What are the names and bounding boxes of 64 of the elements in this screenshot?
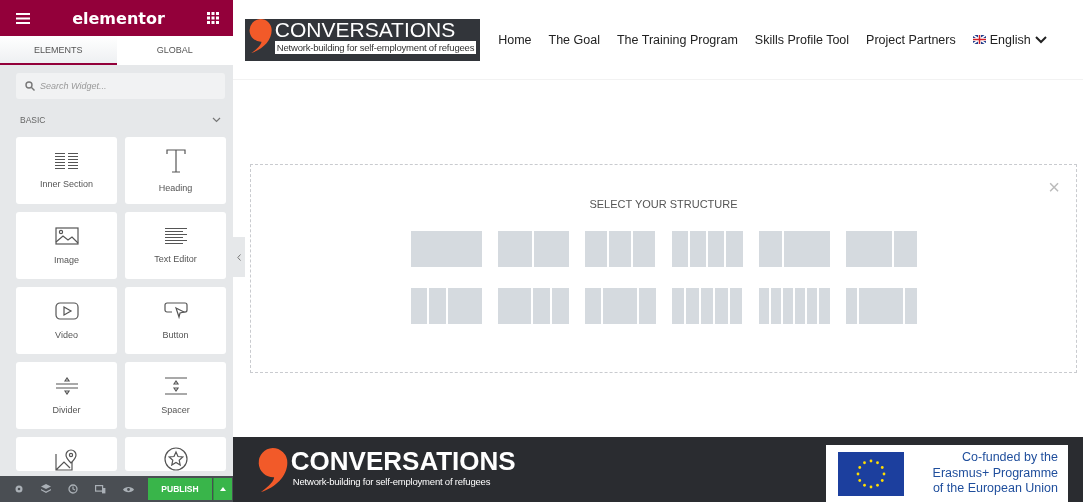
search-field[interactable]: Search Widget...: [16, 73, 225, 99]
structure-title: SELECT YOUR STRUCTURE: [589, 198, 738, 210]
spacer-icon: [163, 376, 188, 395]
widget-card[interactable]: Video: [16, 287, 117, 354]
widget-card[interactable]: Button: [125, 287, 226, 354]
logo-tagline: Network-building for self-employment of refugees: [274, 40, 477, 54]
flag-icon: [972, 35, 986, 44]
chevron-icon: [237, 253, 241, 261]
grid-icon[interactable]: [207, 12, 219, 24]
nav-link[interactable]: Skills Profile Tool: [754, 32, 850, 47]
eu-flag-icon: [838, 451, 904, 496]
language-selector[interactable]: English: [972, 32, 1047, 47]
nav-link[interactable]: Home: [498, 32, 532, 47]
widget-card[interactable]: Image: [16, 212, 117, 279]
publish-options-button[interactable]: [213, 478, 232, 500]
search-icon: [25, 81, 35, 91]
widget-card[interactable]: Inner Section: [16, 137, 117, 204]
structure-preset[interactable]: [845, 288, 917, 324]
text-t-icon: [165, 148, 186, 173]
structure-preset[interactable]: [671, 288, 743, 324]
widget-card[interactable]: [125, 437, 226, 471]
image-icon: [54, 226, 79, 245]
structure-preset[interactable]: [758, 231, 830, 267]
structure-preset[interactable]: [671, 231, 743, 267]
structure-preset[interactable]: [410, 231, 482, 267]
nav-link[interactable]: The Goal: [548, 32, 600, 47]
structure-preset[interactable]: [497, 288, 569, 324]
responsive-icon[interactable]: [95, 484, 106, 494]
logo-name: CONVERSATIONS: [274, 18, 457, 41]
layers-icon[interactable]: [41, 484, 51, 494]
chevron-icon: [212, 117, 221, 123]
settings-icon[interactable]: [14, 484, 24, 494]
collapse-handle[interactable]: [233, 237, 245, 277]
structure-preset[interactable]: [497, 231, 569, 267]
cursor-icon: [163, 301, 188, 320]
structure-preset[interactable]: [845, 231, 917, 267]
play-icon: [54, 301, 79, 320]
eye-icon[interactable]: [123, 485, 134, 493]
structure-preset[interactable]: [584, 231, 656, 267]
comma-icon: [249, 18, 273, 53]
widget-card[interactable]: [16, 437, 117, 471]
nav-link[interactable]: The Training Program: [616, 32, 738, 47]
text-lines-icon: [164, 227, 187, 244]
comma-icon: [258, 447, 289, 492]
widget-card[interactable]: Heading: [125, 137, 226, 204]
menu-icon[interactable]: [16, 12, 30, 24]
chevron-down-icon: [1034, 35, 1047, 44]
divider-icon: [54, 376, 79, 395]
columns-icon: [54, 152, 79, 169]
widget-card[interactable]: Spacer: [125, 362, 226, 429]
widget-card[interactable]: Text Editor: [125, 212, 226, 279]
history-icon[interactable]: [68, 484, 78, 494]
structure-preset[interactable]: [410, 288, 482, 324]
brand-name: elementor: [72, 8, 165, 28]
funding-text: Co-funded by the Erasmus+ Programme of the European Union: [931, 450, 1058, 497]
structure-preset[interactable]: [758, 288, 830, 324]
map-pin-icon: [54, 449, 79, 471]
caret-icon: [220, 487, 226, 491]
category-header[interactable]: BASIC: [16, 115, 225, 125]
logo-name: CONVERSATIONS: [290, 447, 516, 475]
nav-link[interactable]: Project Partners: [866, 32, 956, 47]
structure-preset[interactable]: [584, 288, 656, 324]
logo-tagline: Network-building for self-employment of refugees: [291, 474, 492, 488]
widget-card[interactable]: Divider: [16, 362, 117, 429]
